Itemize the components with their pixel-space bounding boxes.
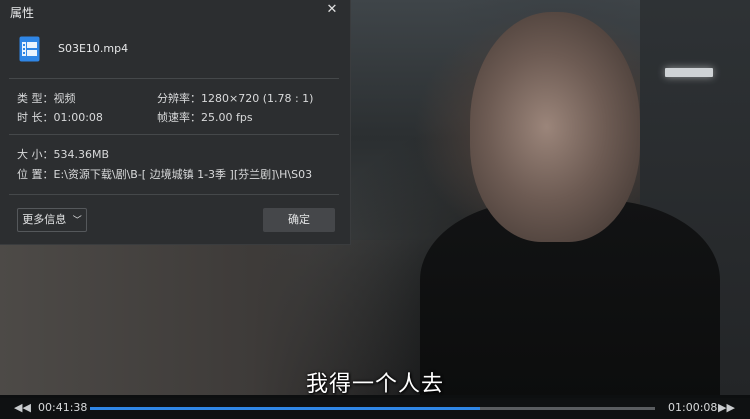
location-row: 位 置：E:\资源下载\剧\B-[ 边境城镇 1-3季 ][芬兰剧]\H\S03 (17, 166, 312, 182)
duration-label: 时 长： (17, 111, 54, 124)
size-row: 大 小：534.36MB (17, 146, 109, 162)
more-info-label: 更多信息 (22, 213, 67, 226)
ceiling-light (665, 68, 713, 77)
progress-bar[interactable] (90, 407, 655, 410)
duration-row: 时 长：01:00:08 (17, 109, 103, 125)
framerate-label: 帧速率： (157, 111, 201, 124)
ok-button[interactable]: 确定 (263, 208, 335, 232)
divider (9, 194, 339, 195)
location-value[interactable]: E:\资源下载\剧\B-[ 边境城镇 1-3季 ][芬兰剧]\H\S03 (54, 168, 313, 181)
forward-icon[interactable]: ▶▶ (718, 400, 735, 416)
resolution-label: 分辨率： (157, 92, 201, 105)
divider (9, 134, 339, 135)
framerate-row: 帧速率：25.00 fps (157, 109, 253, 125)
dialog-title: 属性 (10, 6, 35, 20)
rewind-icon[interactable]: ◀◀ (14, 400, 31, 416)
size-value: 534.36MB (53, 148, 110, 161)
video-file-icon (19, 36, 40, 62)
control-bar: ◀◀ 00:41:38 01:00:08 ▶▶ (0, 398, 750, 419)
more-info-button[interactable]: 更多信息 ﹀ (17, 208, 87, 232)
current-time: 00:41:38 (38, 401, 88, 414)
location-label: 位 置： (17, 168, 54, 181)
close-icon[interactable]: ✕ (324, 2, 340, 18)
progress-fill (90, 407, 480, 410)
type-label: 类 型： (17, 92, 54, 105)
resolution-row: 分辨率：1280×720 (1.78 : 1) (157, 90, 313, 106)
size-label: 大 小： (17, 148, 54, 161)
properties-dialog: 属性 ✕ S03E10.mp4 类 型：视频 分辨率：1280×720 (1.7… (0, 0, 351, 245)
type-row: 类 型：视频 (17, 90, 76, 106)
framerate-value: 25.00 fps (201, 111, 253, 124)
person-head (470, 12, 640, 242)
subtitle-text: 我得一个人去 (305, 372, 444, 397)
chevron-down-icon: ﹀ (72, 216, 82, 226)
file-name: S03E10.mp4 (58, 42, 129, 55)
total-time: 01:00:08 (668, 401, 718, 414)
resolution-value: 1280×720 (1.78 : 1) (201, 92, 314, 105)
divider (9, 78, 339, 79)
type-value: 视频 (53, 92, 76, 105)
duration-value: 01:00:08 (53, 111, 103, 124)
